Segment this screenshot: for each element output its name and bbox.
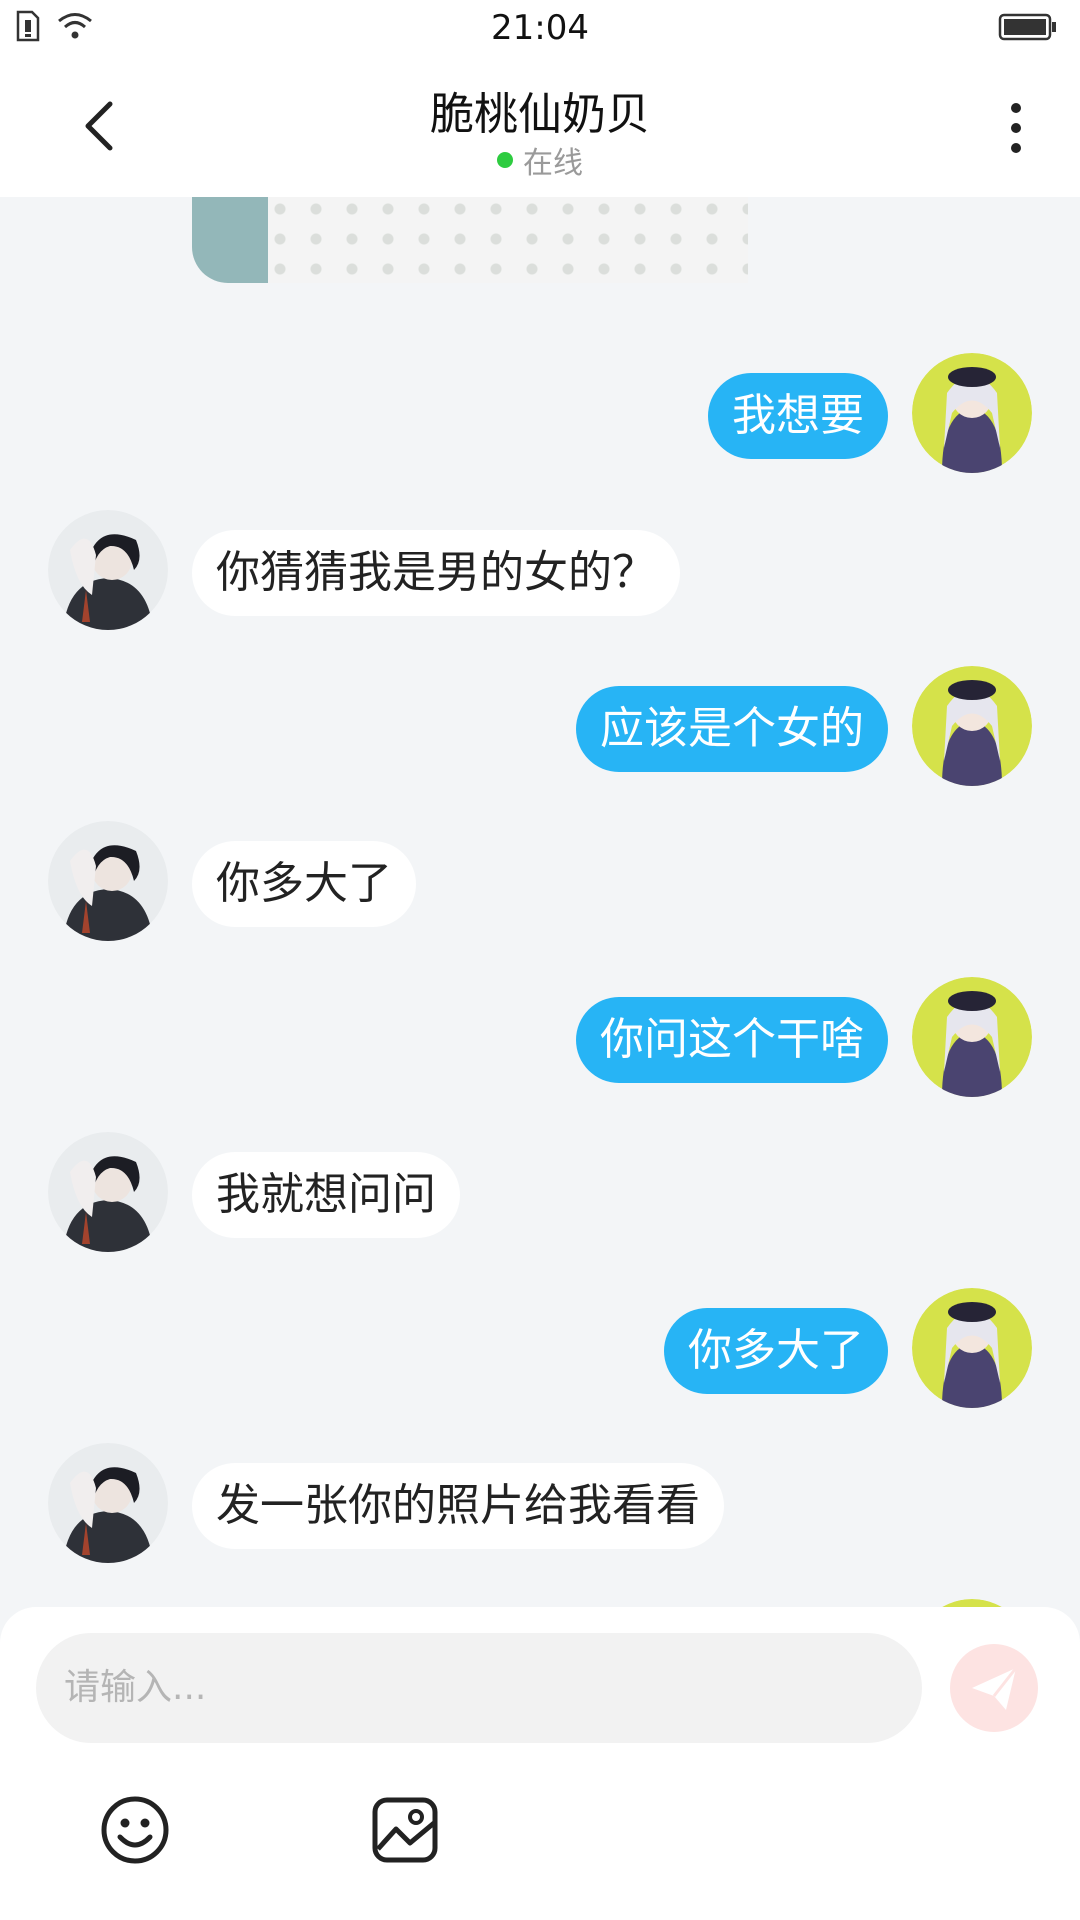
- avatar-contact[interactable]: [48, 1443, 168, 1563]
- send-icon: [972, 1667, 1018, 1710]
- input-panel: 请输入...: [0, 1607, 1080, 1920]
- avatar-contact[interactable]: [48, 510, 168, 630]
- message-input[interactable]: 请输入...: [36, 1633, 922, 1743]
- message-input-placeholder: 请输入...: [64, 1667, 207, 1708]
- send-button[interactable]: [950, 1644, 1038, 1732]
- image-message-thumbnail: [192, 197, 268, 283]
- image-message[interactable]: [192, 197, 748, 283]
- message-bubble-mine[interactable]: 我想要: [708, 373, 888, 459]
- image-picker-button[interactable]: [370, 1795, 440, 1865]
- image-icon: [372, 1797, 438, 1863]
- emoji-icon: [101, 1796, 169, 1864]
- avatar-me[interactable]: [912, 353, 1032, 473]
- status-bar: 21:04: [0, 0, 1080, 60]
- message-bubble-mine[interactable]: 你问这个干啥: [576, 997, 888, 1083]
- status-time: 21:04: [491, 8, 589, 48]
- message-bubble-mine[interactable]: 应该是个女的: [576, 686, 888, 772]
- battery-icon: [998, 12, 1058, 46]
- avatar-me[interactable]: [912, 977, 1032, 1097]
- message-list[interactable]: 我想要 你猜猜我是男的女的？ 应该是个女的 你多大了 你问这个干啥 我就想问问 …: [0, 197, 1080, 1607]
- message-bubble-contact[interactable]: 你猜猜我是男的女的？: [192, 530, 680, 616]
- avatar-me[interactable]: [912, 1599, 1032, 1607]
- online-dot-icon: [497, 152, 513, 168]
- contact-name: 脆桃仙奶贝: [430, 89, 650, 140]
- chat-header: 脆桃仙奶贝 在线: [0, 60, 1080, 197]
- online-status: 在线: [0, 138, 1080, 182]
- emoji-button[interactable]: [100, 1795, 170, 1865]
- more-icon: [1011, 103, 1021, 153]
- message-bubble-mine[interactable]: 你多大了: [664, 1308, 888, 1394]
- online-status-label: 在线: [523, 146, 583, 181]
- message-bubble-contact[interactable]: 我就想问问: [192, 1152, 460, 1238]
- message-bubble-contact[interactable]: 你多大了: [192, 841, 416, 927]
- message-bubble-contact[interactable]: 发一张你的照片给我看看: [192, 1463, 724, 1549]
- more-options-button[interactable]: [996, 98, 1036, 158]
- avatar-contact[interactable]: [48, 821, 168, 941]
- avatar-contact[interactable]: [48, 1132, 168, 1252]
- avatar-me[interactable]: [912, 666, 1032, 786]
- image-message-content: [268, 197, 748, 283]
- avatar-me[interactable]: [912, 1288, 1032, 1408]
